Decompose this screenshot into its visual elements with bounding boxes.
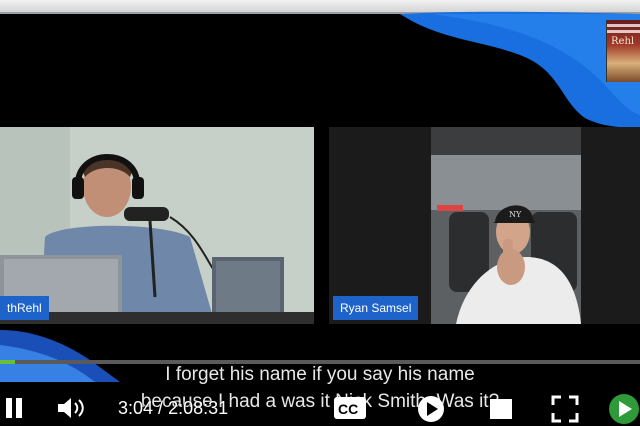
svg-text:NY: NY [509,210,522,219]
participant-name-right: Ryan Samsel [333,296,419,320]
time-separator: / [153,398,169,418]
channel-logo-text: Rehl [611,36,635,47]
duration: 2:08:31 [168,398,229,418]
time-display: 3:04 / 2:08:31 [118,398,228,419]
video-panel-left[interactable]: thRehl [0,127,314,324]
fullscreen-icon[interactable] [550,394,580,426]
volume-icon[interactable] [54,394,90,426]
current-time: 3:04 [118,398,154,418]
guest-video-frame: NY [431,127,581,324]
play-icon[interactable] [416,394,446,426]
video-stage[interactable]: Rehl thRehl NY Ryan Samsel I forget his … [0,0,640,426]
subtitle-line-1: I forget his name if you say his name [165,364,475,385]
captions-icon[interactable]: CC [333,395,367,426]
screen-icon[interactable] [488,397,514,426]
next-icon[interactable] [608,392,640,426]
subtitle-line-2: because I had a was it Nick Smith. Was i… [140,391,500,412]
channel-logo: Rehl [606,20,640,82]
participant-name-left: thRehl [0,296,49,320]
captions-label: CC [338,401,358,417]
host-video-frame [0,127,314,324]
pause-icon[interactable] [0,394,28,426]
video-panel-right[interactable]: NY [431,127,581,324]
